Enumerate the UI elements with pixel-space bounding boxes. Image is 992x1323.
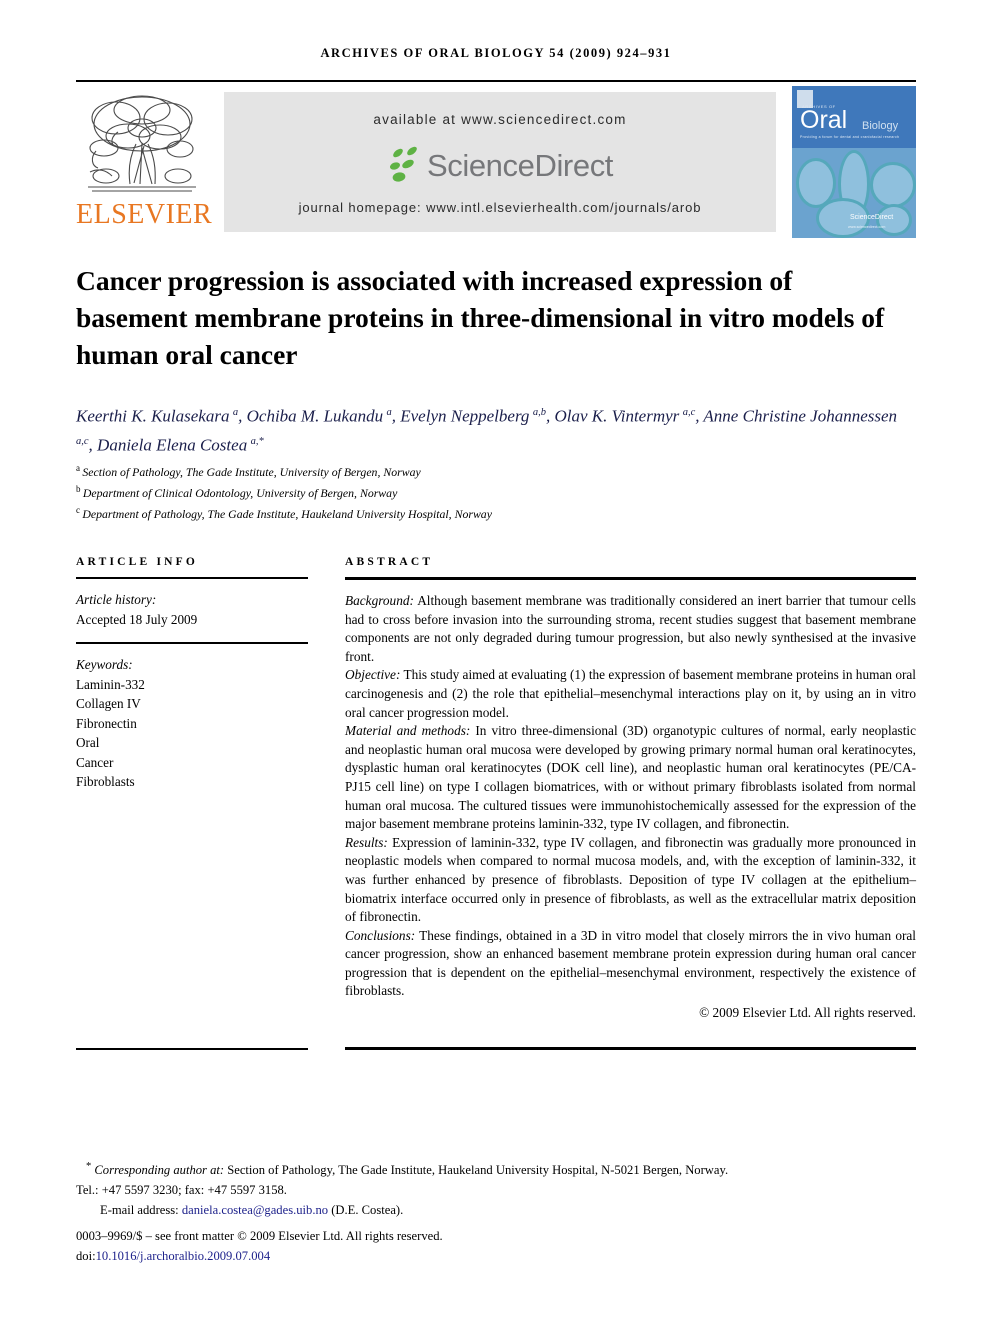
sciencedirect-wordmark: ScienceDirect <box>426 148 614 183</box>
affiliation-item: b Department of Clinical Odontology, Uni… <box>76 483 398 500</box>
affiliation-item: c Department of Pathology, The Gade Inst… <box>76 504 492 521</box>
abstract-section-text: Although basement membrane was tradition… <box>345 593 916 664</box>
abstract-column: ABSTRACT Background: Although basement m… <box>345 556 916 1023</box>
corresponding-author-address: Section of Pathology, The Gade Institute… <box>224 1163 729 1178</box>
keywords-divider <box>76 642 308 644</box>
affiliation-text: Department of Pathology, The Gade Instit… <box>82 506 492 521</box>
cover-biology-title: Biology <box>862 120 899 132</box>
elsevier-tree-icon <box>88 95 196 192</box>
keyword-item: Fibroblasts <box>76 774 135 789</box>
email-link[interactable]: daniela.costea@gades.uib.no <box>182 1203 328 1217</box>
abstract-copyright: © 2009 Elsevier Ltd. All rights reserved… <box>699 1005 916 1021</box>
abstract-section-label: Conclusions: <box>345 927 416 943</box>
abstract-section-text: These findings, obtained in a 3D in vitr… <box>345 927 916 999</box>
abstract-section-text: Expression of laminin-332, type IV colla… <box>345 834 916 925</box>
elsevier-wordmark: ELSEVIER <box>76 199 213 230</box>
cover-sciencedirect-label: ScienceDirect <box>850 214 894 221</box>
abstract-heading: ABSTRACT <box>345 556 434 568</box>
affiliation-list: a Section of Pathology, The Gade Institu… <box>76 460 916 523</box>
journal-banner: ELSEVIER available at www.sciencedirect.… <box>76 86 916 238</box>
abstract-section: Conclusions: These findings, obtained in… <box>345 927 916 1001</box>
abstract-section-label: Background: <box>345 593 414 608</box>
author-list: Keerthi K. Kulasekara a, Ochiba M. Lukan… <box>76 406 901 455</box>
keywords-label: Keywords: <box>76 657 133 672</box>
cover-tagline: Providing a forum for dental and craniof… <box>800 135 900 139</box>
available-at-text: available at www.sciencedirect.com <box>373 112 627 127</box>
journal-masthead: ARCHIVES OF ORAL BIOLOGY 54 (2009) 924–9… <box>320 46 672 60</box>
abstract-bottom-rule <box>345 1047 916 1050</box>
corresponding-marker: * <box>86 1161 92 1172</box>
abstract-section-label: Objective: <box>345 667 401 683</box>
abstract-section: Background: Although basement membrane w… <box>345 592 916 666</box>
telephone-line: Tel.: +47 5597 3230; fax: +47 5597 3158. <box>76 1183 287 1198</box>
issn-line: 0003–9969/$ – see front matter © 2009 El… <box>76 1229 443 1244</box>
keyword-item: Cancer <box>76 754 114 770</box>
doi-link[interactable]: 10.1016/j.archoralbio.2009.07.004 <box>96 1249 271 1263</box>
keyword-item: Laminin-332 <box>76 676 145 692</box>
abstract-section-text: In vitro three-dimensional (3D) organoty… <box>345 723 917 832</box>
article-info-column: ARTICLE INFO Article history: Accepted 1… <box>76 556 308 792</box>
affiliation-text: Department of Clinical Odontology, Unive… <box>82 485 398 500</box>
sciencedirect-logo: ScienceDirect <box>224 144 776 190</box>
abstract-section: Material and methods: In vitro three-dim… <box>345 722 916 834</box>
abstract-section-label: Results: <box>345 834 388 850</box>
email-suffix: (D.E. Costea). <box>328 1203 404 1218</box>
journal-cover-thumbnail: ARCHIVES OF Oral Biology Providing a for… <box>792 86 916 238</box>
corresponding-author-line: * Corresponding author at: Section of Pa… <box>76 1157 921 1180</box>
article-info-heading: ARTICLE INFO <box>76 556 199 568</box>
left-column-bottom-rule <box>76 1048 308 1050</box>
corresponding-author-label: Corresponding author at: <box>94 1163 225 1178</box>
leaf-icon <box>389 146 417 182</box>
article-history-block: Article history: Accepted 18 July 2009 <box>76 590 308 629</box>
article-history-value: Accepted 18 July 2009 <box>76 611 198 627</box>
keyword-item: Oral <box>76 735 100 750</box>
article-history-label: Article history: <box>76 592 157 607</box>
cover-sciencedirect-url: www.sciencedirect.com <box>848 225 886 229</box>
abstract-rule <box>345 577 916 580</box>
cover-oral-title: Oral <box>800 106 848 134</box>
keywords-block: Keywords: Laminin-332 Collagen IV Fibron… <box>76 655 308 792</box>
sciencedirect-band: available at www.sciencedirect.com Scien… <box>224 92 776 232</box>
keyword-item: Fibronectin <box>76 715 137 731</box>
article-info-rule <box>76 577 308 579</box>
page-title: Cancer progression is associated with in… <box>76 265 885 370</box>
page-footer: * Corresponding author at: Section of Pa… <box>76 1157 921 1266</box>
abstract-section: Results: Expression of laminin-332, type… <box>345 834 916 927</box>
abstract-section-text: This study aimed at evaluating (1) the e… <box>345 667 916 720</box>
doi-line: doi:10.1016/j.archoralbio.2009.07.004 <box>76 1246 921 1266</box>
elsevier-logo: ELSEVIER <box>76 86 213 236</box>
doi-prefix: doi: <box>76 1249 96 1264</box>
affiliation-item: a Section of Pathology, The Gade Institu… <box>76 463 421 479</box>
keyword-item: Collagen IV <box>76 696 141 711</box>
journal-homepage-text: journal homepage: www.intl.elsevierhealt… <box>298 200 702 215</box>
email-line: E-mail address: daniela.costea@gades.uib… <box>76 1200 921 1220</box>
masthead-rule <box>76 80 916 82</box>
email-label: E-mail address: <box>100 1203 179 1218</box>
abstract-section-label: Material and methods: <box>345 723 471 739</box>
abstract-section: Objective: This study aimed at evaluatin… <box>345 666 916 722</box>
affiliation-text: Section of Pathology, The Gade Institute… <box>82 464 421 479</box>
paper-page: ARCHIVES OF ORAL BIOLOGY 54 (2009) 924–9… <box>0 0 992 1323</box>
abstract-body: Background: Although basement membrane w… <box>345 592 916 1023</box>
